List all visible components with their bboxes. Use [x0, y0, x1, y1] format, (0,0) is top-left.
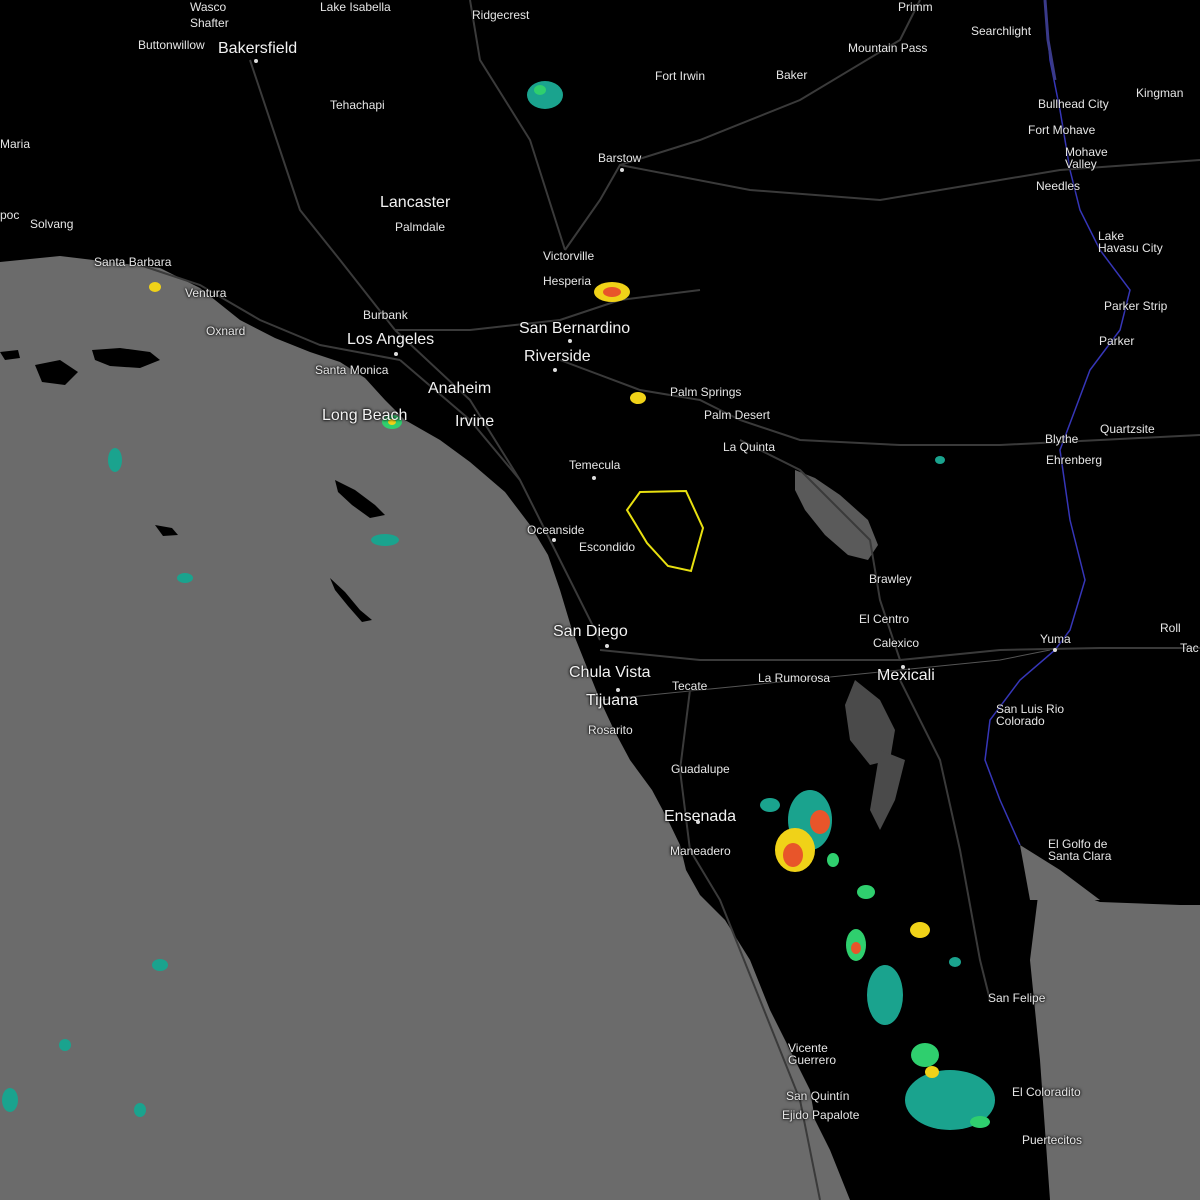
label-hesperia: Hesperia — [543, 274, 592, 288]
label-brawley: Brawley — [869, 572, 912, 586]
radar-map[interactable]: Ridgecrest Wasco Shafter Buttonwillow Ba… — [0, 0, 1200, 1200]
label-roll: Roll — [1160, 621, 1181, 635]
label-oxnard: Oxnard — [206, 324, 246, 338]
city-dot — [696, 820, 700, 824]
label-oceanside: Oceanside — [527, 523, 585, 537]
label-searchlight: Searchlight — [971, 24, 1032, 38]
label-bakersfield: Bakersfield — [218, 40, 298, 57]
storm-warning-polygon[interactable] — [625, 489, 705, 573]
salton-sea — [795, 470, 878, 560]
label-temecula: Temecula — [569, 458, 621, 472]
label-escondido: Escondido — [579, 540, 636, 554]
label-rosarito: Rosarito — [588, 723, 633, 737]
label-yuma: Yuma — [1040, 632, 1071, 646]
label-santa-barbara: Santa Barbara — [94, 255, 172, 269]
label-vicente-guerrero: Vicente Guerrero — [788, 1041, 837, 1067]
label-lake-havasu-city: Lake Havasu City — [1098, 229, 1163, 255]
city-dot — [592, 476, 596, 480]
label-san-luis-rio-colorado: San Luis Rio Colorado — [996, 702, 1065, 728]
label-calexico: Calexico — [873, 636, 920, 650]
label-lake-isabella: Lake Isabella — [320, 0, 391, 14]
label-ehrenberg: Ehrenberg — [1046, 453, 1103, 467]
label-primm: Primm — [898, 0, 933, 14]
label-poc: poc — [0, 208, 20, 222]
label-guadalupe: Guadalupe — [671, 762, 730, 776]
label-burbank: Burbank — [363, 308, 408, 322]
label-mohave-valley: Mohave Valley — [1065, 145, 1108, 171]
label-ejido-papalote: Ejido Papalote — [782, 1108, 860, 1122]
label-ensenada: Ensenada — [664, 808, 737, 825]
label-palm-springs: Palm Springs — [670, 385, 742, 399]
label-ventura: Ventura — [185, 286, 227, 300]
map-canvas — [0, 0, 1200, 1200]
label-ridgecrest: Ridgecrest — [472, 8, 530, 22]
city-dot — [553, 368, 557, 372]
label-palm-desert: Palm Desert — [704, 408, 771, 422]
label-irvine: Irvine — [455, 413, 495, 430]
label-fort-mohave: Fort Mohave — [1028, 123, 1096, 137]
label-el-centro: El Centro — [859, 612, 910, 626]
label-mexicali: Mexicali — [877, 667, 935, 684]
label-chula-vista: Chula Vista — [569, 664, 651, 681]
label-blythe: Blythe — [1045, 432, 1079, 446]
label-shafter: Shafter — [190, 16, 229, 30]
label-puertecitos: Puertecitos — [1022, 1133, 1083, 1147]
label-riverside: Riverside — [524, 348, 591, 365]
label-quartzsite: Quartzsite — [1100, 422, 1155, 436]
label-tac: Tac — [1180, 641, 1199, 655]
laguna-salada — [845, 680, 895, 765]
label-san-bernardino: San Bernardino — [519, 320, 631, 337]
label-tehachapi: Tehachapi — [330, 98, 385, 112]
label-san-felipe: San Felipe — [988, 991, 1046, 1005]
label-san-diego: San Diego — [553, 623, 628, 640]
label-los-angeles: Los Angeles — [347, 331, 435, 348]
label-anaheim: Anaheim — [428, 380, 492, 397]
label-parker-strip: Parker Strip — [1104, 299, 1168, 313]
label-barstow: Barstow — [598, 151, 642, 165]
label-solvang: Solvang — [30, 217, 74, 231]
label-el-coloradito: El Coloradito — [1012, 1085, 1081, 1099]
label-palmdale: Palmdale — [395, 220, 446, 234]
label-buttonwillow: Buttonwillow — [138, 38, 205, 52]
label-mountain-pass: Mountain Pass — [848, 41, 928, 55]
label-lancaster: Lancaster — [380, 194, 451, 211]
lake-mohave — [1043, 0, 1057, 81]
label-bullhead-city: Bullhead City — [1038, 97, 1109, 111]
label-el-golfo: El Golfo de Santa Clara — [1048, 837, 1112, 863]
city-dot — [616, 688, 620, 692]
city-dot — [568, 339, 572, 343]
city-dot — [1053, 648, 1057, 652]
city-dot — [605, 644, 609, 648]
label-la-rumorosa: La Rumorosa — [758, 671, 831, 685]
city-dot — [901, 665, 905, 669]
label-santa-monica: Santa Monica — [315, 363, 389, 377]
label-tijuana: Tijuana — [586, 692, 638, 709]
label-victorville: Victorville — [543, 249, 595, 263]
label-maria: Maria — [0, 137, 31, 151]
label-baker: Baker — [776, 68, 808, 82]
label-wasco: Wasco — [190, 0, 227, 14]
label-fort-irwin: Fort Irwin — [655, 69, 706, 83]
label-la-quinta: La Quinta — [723, 440, 776, 454]
label-parker: Parker — [1099, 334, 1135, 348]
label-maneadero: Maneadero — [670, 844, 731, 858]
city-dot — [552, 538, 556, 542]
label-kingman: Kingman — [1136, 86, 1184, 100]
label-needles: Needles — [1036, 179, 1081, 193]
label-tecate: Tecate — [672, 679, 708, 693]
city-dot — [620, 168, 624, 172]
label-long-beach: Long Beach — [322, 407, 408, 424]
city-dot — [394, 352, 398, 356]
label-san-quintin: San Quintín — [786, 1089, 850, 1103]
city-dot — [254, 59, 258, 63]
